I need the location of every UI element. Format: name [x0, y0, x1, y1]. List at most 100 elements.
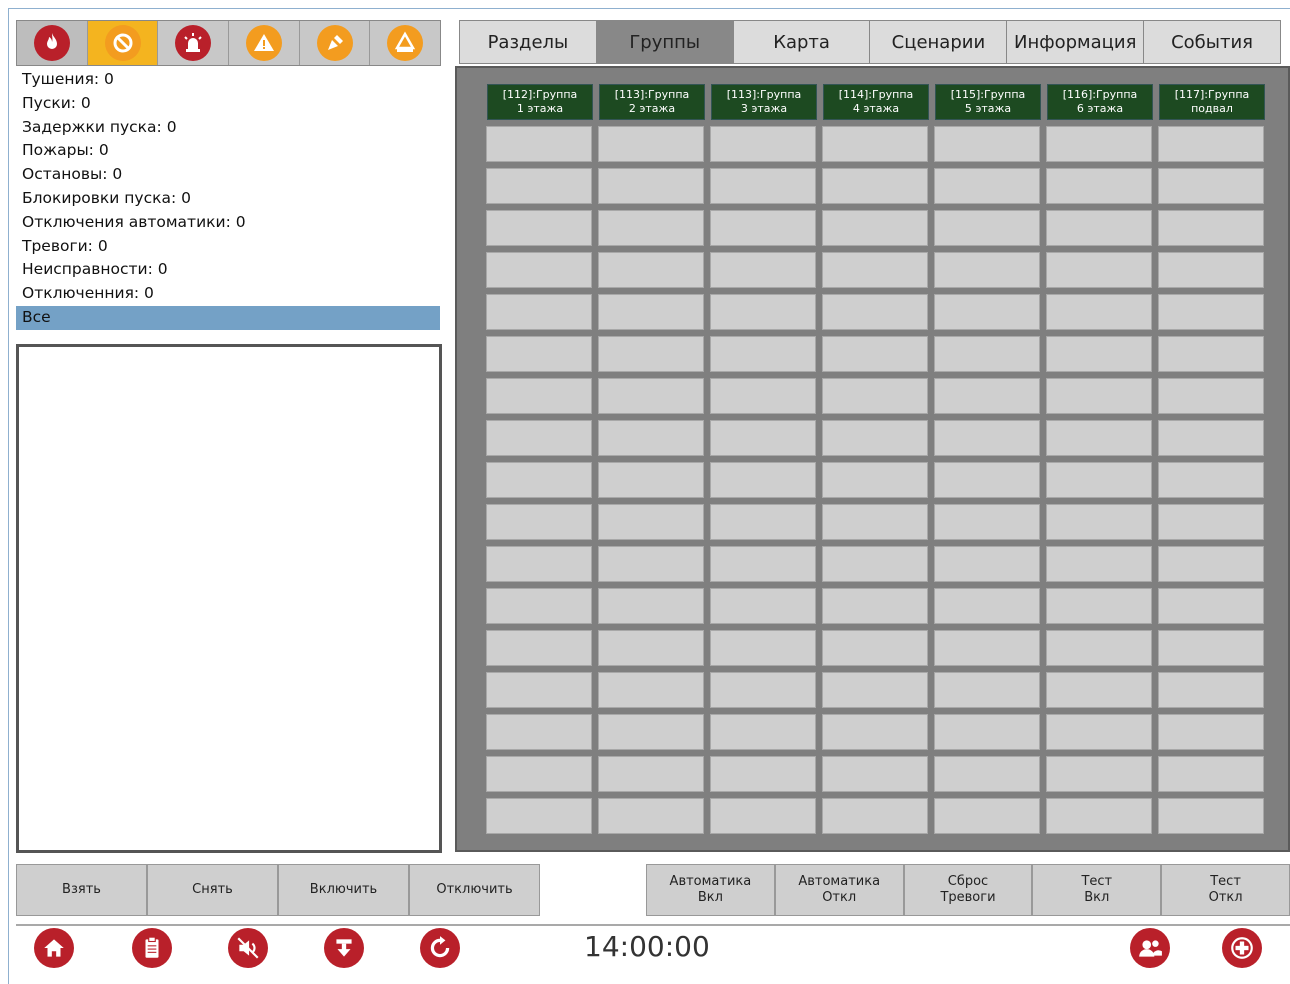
disable-button[interactable]: Отключить — [409, 864, 540, 916]
grid-cell[interactable] — [1158, 587, 1264, 624]
grid-cell[interactable] — [598, 293, 704, 330]
disarm-button[interactable]: Снять — [147, 864, 278, 916]
grid-cell[interactable] — [710, 713, 816, 750]
grid-cell[interactable] — [710, 251, 816, 288]
journal-icon[interactable] — [132, 928, 172, 968]
counter-launch-delays[interactable]: Задержки пуска: 0 — [16, 116, 441, 140]
grid-cell[interactable] — [1046, 126, 1152, 162]
grid-cell[interactable] — [598, 167, 704, 204]
grid-cell[interactable] — [822, 629, 928, 666]
grid-cell[interactable] — [710, 377, 816, 414]
grid-cell[interactable] — [1158, 126, 1264, 162]
grid-cell[interactable] — [822, 587, 928, 624]
counter-launches[interactable]: Пуски: 0 — [16, 92, 441, 116]
grid-cell[interactable] — [934, 335, 1040, 372]
grid-cell[interactable] — [486, 797, 592, 834]
grid-cell[interactable] — [598, 209, 704, 246]
tab-scenarios[interactable]: Сценарии — [870, 21, 1008, 63]
grid-cell[interactable] — [598, 461, 704, 498]
grid-cell[interactable] — [598, 671, 704, 708]
counter-extinguishing[interactable]: Тушения: 0 — [16, 68, 441, 92]
group-header[interactable]: [116]:Группа 6 этажа — [1047, 84, 1153, 120]
users-icon[interactable] — [1130, 928, 1170, 968]
grid-cell[interactable] — [1158, 797, 1264, 834]
grid-cell[interactable] — [934, 587, 1040, 624]
tab-groups[interactable]: Группы — [596, 21, 734, 63]
group-header[interactable]: [115]:Группа 5 этажа — [935, 84, 1041, 120]
grid-cell[interactable] — [1158, 629, 1264, 666]
counter-automation-off[interactable]: Отключения автоматики: 0 — [16, 211, 441, 235]
grid-cell[interactable] — [486, 461, 592, 498]
grid-cell[interactable] — [1046, 167, 1152, 204]
grid-cell[interactable] — [598, 251, 704, 288]
grid-cell[interactable] — [822, 126, 928, 162]
grid-cell[interactable] — [1158, 713, 1264, 750]
grid-cell[interactable] — [486, 167, 592, 204]
grid-cell[interactable] — [934, 797, 1040, 834]
prohibit-filter-button[interactable] — [87, 21, 159, 65]
grid-cell[interactable] — [934, 293, 1040, 330]
group-header[interactable]: [114]:Группа 4 этажа — [823, 84, 929, 120]
grid-cell[interactable] — [486, 503, 592, 540]
counter-alarms[interactable]: Тревоги: 0 — [16, 235, 441, 259]
grid-cell[interactable] — [934, 629, 1040, 666]
grid-cell[interactable] — [822, 503, 928, 540]
grid-cell[interactable] — [598, 587, 704, 624]
grid-cell[interactable] — [1046, 629, 1152, 666]
grid-cell[interactable] — [934, 377, 1040, 414]
grid-cell[interactable] — [710, 167, 816, 204]
grid-cell[interactable] — [822, 377, 928, 414]
grid-cell[interactable] — [710, 587, 816, 624]
automation-on-button[interactable]: Автоматика Вкл — [646, 864, 775, 916]
grid-cell[interactable] — [710, 461, 816, 498]
disabled-filter-button[interactable] — [300, 21, 371, 65]
fault-filter-button[interactable] — [370, 21, 440, 65]
grid-cell[interactable] — [710, 755, 816, 792]
grid-cell[interactable] — [486, 126, 592, 162]
grid-cell[interactable] — [1046, 587, 1152, 624]
grid-cell[interactable] — [598, 713, 704, 750]
grid-cell[interactable] — [1046, 713, 1152, 750]
grid-cell[interactable] — [934, 713, 1040, 750]
tab-events[interactable]: События — [1144, 21, 1280, 63]
grid-cell[interactable] — [710, 335, 816, 372]
grid-cell[interactable] — [1158, 335, 1264, 372]
counter-faults[interactable]: Неисправности: 0 — [16, 258, 441, 282]
grid-cell[interactable] — [598, 545, 704, 582]
grid-cell[interactable] — [1046, 545, 1152, 582]
grid-cell[interactable] — [1158, 419, 1264, 456]
grid-cell[interactable] — [1046, 209, 1152, 246]
grid-cell[interactable] — [1158, 251, 1264, 288]
grid-cell[interactable] — [486, 209, 592, 246]
grid-cell[interactable] — [598, 629, 704, 666]
grid-cell[interactable] — [598, 755, 704, 792]
grid-cell[interactable] — [598, 335, 704, 372]
grid-cell[interactable] — [822, 545, 928, 582]
grid-cell[interactable] — [934, 671, 1040, 708]
grid-cell[interactable] — [822, 755, 928, 792]
grid-cell[interactable] — [1046, 251, 1152, 288]
grid-cell[interactable] — [710, 545, 816, 582]
grid-cell[interactable] — [486, 629, 592, 666]
counter-all[interactable]: Все — [16, 305, 440, 330]
grid-cell[interactable] — [486, 251, 592, 288]
counter-fires[interactable]: Пожары: 0 — [16, 139, 441, 163]
counter-launch-locks[interactable]: Блокировки пуска: 0 — [16, 187, 441, 211]
grid-cell[interactable] — [486, 755, 592, 792]
grid-cell[interactable] — [486, 419, 592, 456]
grid-cell[interactable] — [822, 209, 928, 246]
grid-cell[interactable] — [1158, 671, 1264, 708]
grid-cell[interactable] — [1158, 377, 1264, 414]
grid-cell[interactable] — [486, 587, 592, 624]
grid-cell[interactable] — [710, 126, 816, 162]
grid-cell[interactable] — [1158, 167, 1264, 204]
grid-cell[interactable] — [486, 545, 592, 582]
grid-cell[interactable] — [486, 713, 592, 750]
grid-cell[interactable] — [934, 251, 1040, 288]
tab-sections[interactable]: Разделы — [460, 21, 597, 63]
grid-cell[interactable] — [486, 293, 592, 330]
grid-cell[interactable] — [1046, 419, 1152, 456]
grid-cell[interactable] — [822, 461, 928, 498]
warning-filter-button[interactable] — [229, 21, 300, 65]
alarm-filter-button[interactable] — [158, 21, 230, 65]
